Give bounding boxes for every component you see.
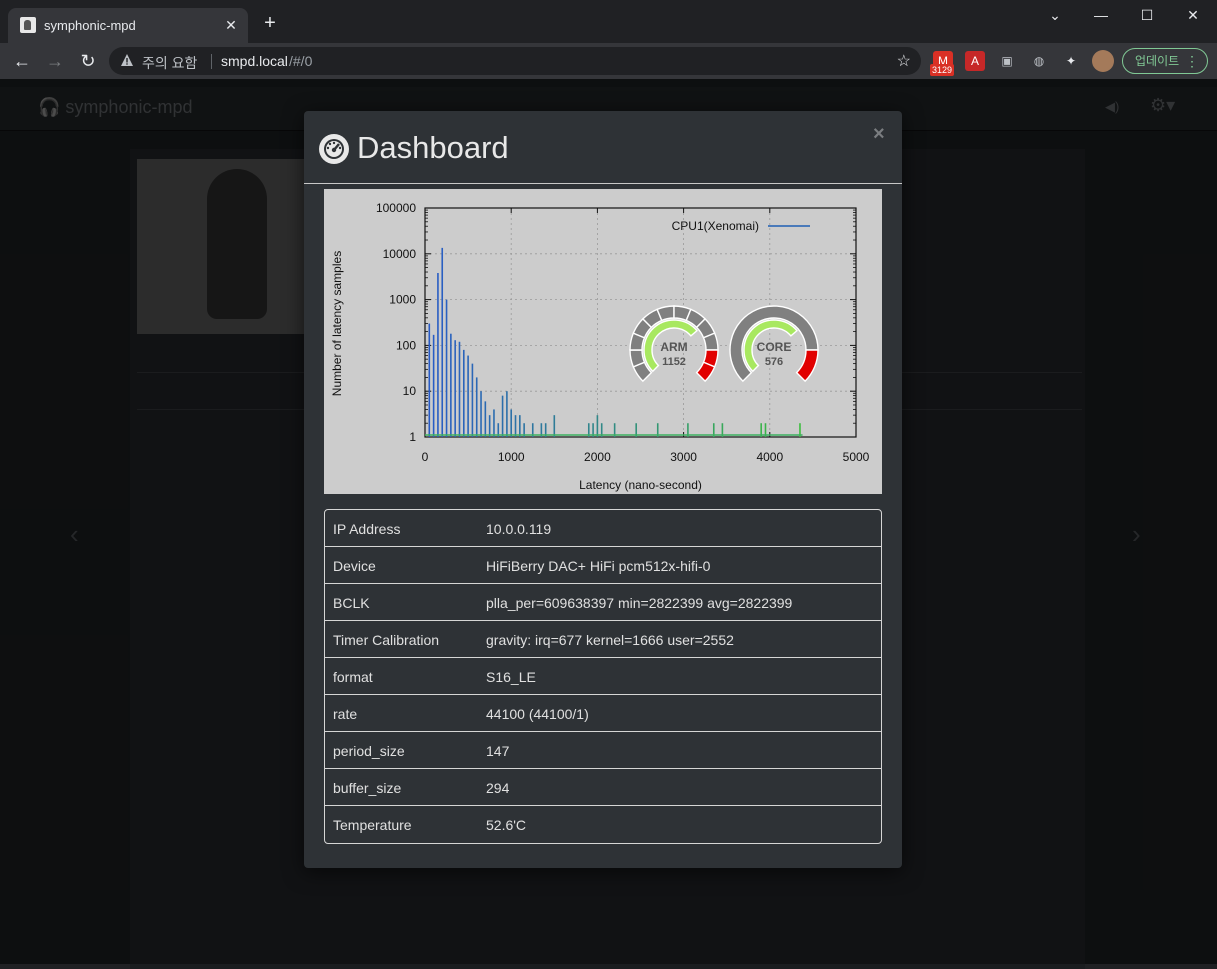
info-value: plla_per=609638397 min=2822399 avg=28223… bbox=[486, 595, 793, 611]
gmail-unread-badge: 3129 bbox=[930, 64, 955, 76]
info-row: Device HiFiBerry DAC+ HiFi pcm512x-hifi-0 bbox=[325, 547, 881, 584]
tab-title: symphonic-mpd bbox=[44, 18, 136, 33]
warning-icon bbox=[121, 54, 133, 66]
reload-icon[interactable]: ↻ bbox=[76, 49, 100, 73]
gauge-value: 576 bbox=[765, 356, 783, 368]
close-window-button[interactable]: ✕ bbox=[1178, 5, 1208, 25]
update-button[interactable]: 업데이트 ⋮ bbox=[1122, 48, 1208, 74]
new-tab-button[interactable]: + bbox=[260, 13, 280, 33]
omnibox-divider bbox=[211, 54, 212, 69]
browser-toolbar: ← → ↻ 주의 요함 smpd.local /#/0 ☆ M 3129 A ▣… bbox=[0, 43, 1217, 79]
info-row: buffer_size 294 bbox=[325, 769, 881, 806]
gauge-value: 1152 bbox=[662, 356, 686, 368]
tab-search-icon[interactable]: ⌄ bbox=[1040, 5, 1070, 25]
y-tick-label: 1000 bbox=[389, 293, 416, 307]
tab-close-icon[interactable]: ✕ bbox=[222, 16, 240, 34]
info-key: Timer Calibration bbox=[333, 632, 440, 648]
x-tick-label: 2000 bbox=[584, 450, 611, 464]
info-key: period_size bbox=[333, 743, 405, 759]
browser-titlebar: symphonic-mpd ✕ + ⌄ — ☐ ✕ bbox=[0, 0, 1217, 43]
url-host[interactable]: smpd.local bbox=[221, 53, 288, 69]
y-tick-label: 10 bbox=[403, 384, 417, 398]
maximize-button[interactable]: ☐ bbox=[1132, 5, 1162, 25]
browser-tab[interactable]: symphonic-mpd ✕ bbox=[8, 8, 248, 43]
info-value: 294 bbox=[486, 780, 510, 796]
y-axis-label: Number of latency samples bbox=[330, 251, 344, 396]
latency-chart: 0 1000 2000 3000 4000 5000 1 10 100 1000 10000 1000… bbox=[324, 189, 882, 494]
pdf-extension-icon[interactable]: A bbox=[965, 51, 985, 71]
info-row: format S16_LE bbox=[325, 658, 881, 695]
bookmark-star-icon[interactable]: ☆ bbox=[897, 51, 911, 71]
info-key: Temperature bbox=[333, 817, 412, 833]
minimize-button[interactable]: — bbox=[1086, 5, 1116, 25]
info-value: 10.0.0.119 bbox=[486, 521, 552, 537]
x-axis-label: Latency (nano-second) bbox=[579, 478, 702, 492]
info-value: gravity: irq=677 kernel=1666 user=2552 bbox=[486, 632, 734, 648]
modal-header: Dashboard × bbox=[304, 111, 902, 184]
dashboard-gauge-icon bbox=[319, 134, 349, 164]
profile-avatar[interactable] bbox=[1092, 50, 1114, 72]
y-tick-label: 100000 bbox=[376, 201, 416, 215]
info-row: Timer Calibration gravity: irq=677 kernel… bbox=[325, 621, 881, 658]
y-tick-label: 1 bbox=[409, 430, 416, 444]
x-tick-label: 0 bbox=[422, 450, 429, 464]
info-row: Temperature 52.6'C bbox=[325, 806, 881, 843]
y-tick-label: 100 bbox=[396, 338, 416, 352]
info-value: 147 bbox=[486, 743, 510, 759]
info-key: IP Address bbox=[333, 521, 401, 537]
info-value: 44100 (44100/1) bbox=[486, 706, 589, 722]
screen-capture-extension-icon[interactable]: ▣ bbox=[997, 51, 1017, 71]
dashboard-modal: Dashboard × 0 1000 2000 3000 4000 5000 1 10 100 1… bbox=[304, 111, 902, 868]
url-path[interactable]: /#/0 bbox=[289, 53, 312, 69]
x-tick-label: 3000 bbox=[670, 450, 697, 464]
info-row: rate 44100 (44100/1) bbox=[325, 695, 881, 732]
address-bar[interactable]: 주의 요함 smpd.local /#/0 ☆ bbox=[109, 47, 921, 75]
globe-extension-icon[interactable]: ◍ bbox=[1029, 51, 1049, 71]
info-key: format bbox=[333, 669, 373, 685]
info-value: S16_LE bbox=[486, 669, 536, 685]
device-info-table: IP Address 10.0.0.119 Device HiFiBerry DAC+… bbox=[324, 509, 882, 844]
gauge-label: ARM bbox=[660, 340, 687, 354]
info-key: BCLK bbox=[333, 595, 370, 611]
info-key: rate bbox=[333, 706, 358, 722]
modal-title: Dashboard bbox=[357, 130, 509, 165]
x-tick-label: 4000 bbox=[756, 450, 783, 464]
latency-chart-svg: 0 1000 2000 3000 4000 5000 1 10 100 1000 10000 1000… bbox=[330, 201, 870, 492]
info-row: BCLK plla_per=609638397 min=2822399 avg=2… bbox=[325, 584, 881, 621]
tab-favicon-icon bbox=[20, 17, 36, 33]
info-key: Device bbox=[333, 558, 376, 574]
forward-arrow-icon[interactable]: → bbox=[43, 49, 67, 73]
y-tick-label: 10000 bbox=[383, 247, 417, 261]
gauge-outer-red bbox=[795, 349, 819, 383]
back-arrow-icon[interactable]: ← bbox=[10, 49, 34, 73]
info-value: 52.6'C bbox=[486, 817, 527, 833]
info-value: HiFiBerry DAC+ HiFi pcm512x-hifi-0 bbox=[486, 558, 711, 574]
x-tick-label: 1000 bbox=[498, 450, 525, 464]
info-row: IP Address 10.0.0.119 bbox=[325, 510, 881, 547]
legend-label: CPU1(Xenomai) bbox=[672, 219, 759, 233]
gauge-label: CORE bbox=[757, 340, 792, 354]
menu-kebab-icon[interactable]: ⋮ bbox=[1185, 49, 1199, 73]
update-button-label: 업데이트 bbox=[1135, 54, 1180, 68]
info-row: period_size 147 bbox=[325, 732, 881, 769]
gauge-outer-segment bbox=[695, 361, 716, 383]
info-key: buffer_size bbox=[333, 780, 402, 796]
modal-close-button[interactable]: × bbox=[873, 123, 885, 146]
x-tick-label: 5000 bbox=[843, 450, 870, 464]
security-warning-label[interactable]: 주의 요함 bbox=[142, 53, 197, 73]
extensions-puzzle-icon[interactable]: ✦ bbox=[1061, 51, 1081, 71]
